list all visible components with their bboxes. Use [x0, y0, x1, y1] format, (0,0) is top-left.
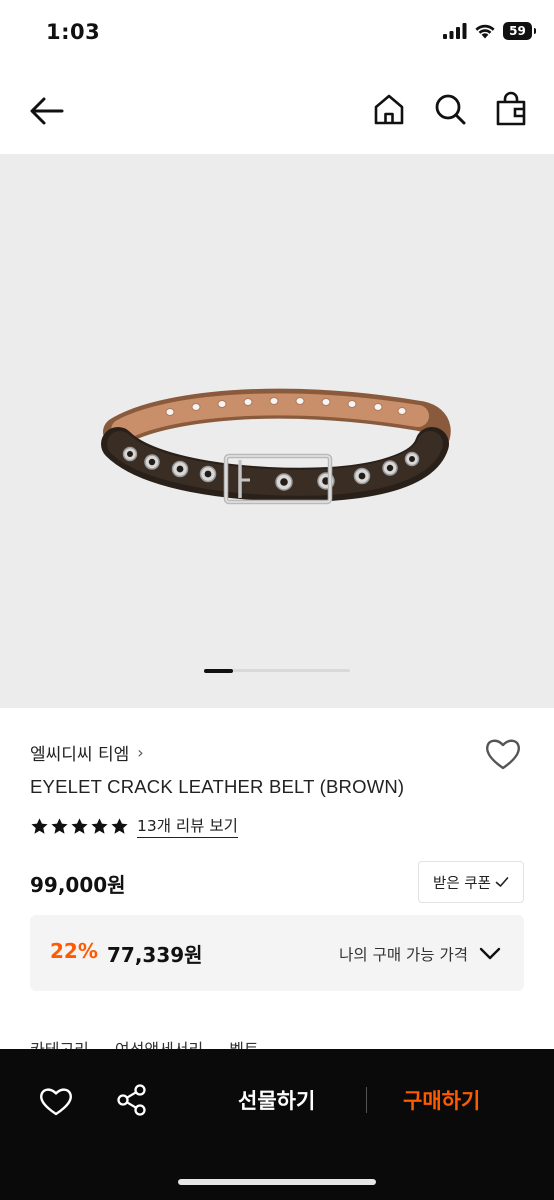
gallery-pager — [204, 668, 350, 673]
heart-icon[interactable] — [38, 1085, 74, 1117]
chevron-down-icon — [479, 947, 501, 960]
star-icon — [51, 817, 68, 834]
discount-percent: 22% — [50, 939, 98, 963]
star-icon — [91, 817, 108, 834]
product-image-belt — [101, 388, 451, 505]
product-image-gallery[interactable] — [0, 154, 554, 708]
arrow-left-icon[interactable] — [28, 92, 66, 130]
heart-icon[interactable] — [484, 736, 522, 772]
home-indicator — [178, 1179, 376, 1185]
brand-link[interactable]: 엘씨디씨 티엠 › — [30, 740, 144, 765]
rating-stars — [30, 817, 129, 836]
search-icon[interactable] — [433, 90, 467, 128]
star-icon — [71, 817, 88, 834]
buy-button[interactable]: 구매하기 — [403, 1085, 480, 1115]
product-name: EYELET CRACK LEATHER BELT (BROWN) — [30, 776, 405, 797]
share-icon[interactable] — [115, 1083, 149, 1117]
star-icon — [111, 817, 128, 834]
battery-level: 59 — [509, 24, 526, 38]
discount-price: 77,339원 — [107, 943, 203, 967]
my-price-box[interactable]: 22% 77,339원 나의 구매 가능 가격 — [30, 915, 524, 991]
coupon-button[interactable]: 받은 쿠폰 — [418, 861, 524, 903]
gift-button[interactable]: 선물하기 — [238, 1085, 315, 1115]
discount-label: 나의 구매 가능 가격 — [339, 946, 468, 964]
shopping-bag-icon[interactable] — [494, 90, 528, 128]
chevron-right-icon: › — [137, 743, 144, 762]
nav-actions — [372, 90, 528, 128]
cellular-signal-icon — [443, 23, 467, 39]
nav-bar — [0, 68, 554, 154]
original-price: 99,000원 — [30, 873, 126, 897]
bottom-action-bar: 선물하기 구매하기 — [0, 1049, 554, 1200]
brand-name: 엘씨디씨 티엠 — [30, 745, 130, 765]
star-icon — [31, 817, 48, 834]
rating-row: 13개 리뷰 보기 — [30, 814, 238, 838]
status-time: 1:03 — [46, 20, 101, 44]
status-icons: 59 — [443, 22, 536, 40]
coupon-button-label: 받은 쿠폰 — [433, 875, 491, 892]
gallery-pager-active — [204, 668, 233, 673]
status-bar: 1:03 59 — [0, 0, 554, 68]
battery-indicator: 59 — [503, 22, 536, 40]
review-link[interactable]: 13개 리뷰 보기 — [137, 814, 238, 838]
divider — [366, 1087, 367, 1113]
check-icon — [495, 877, 509, 887]
home-icon[interactable] — [372, 90, 406, 128]
wifi-icon — [475, 24, 495, 39]
